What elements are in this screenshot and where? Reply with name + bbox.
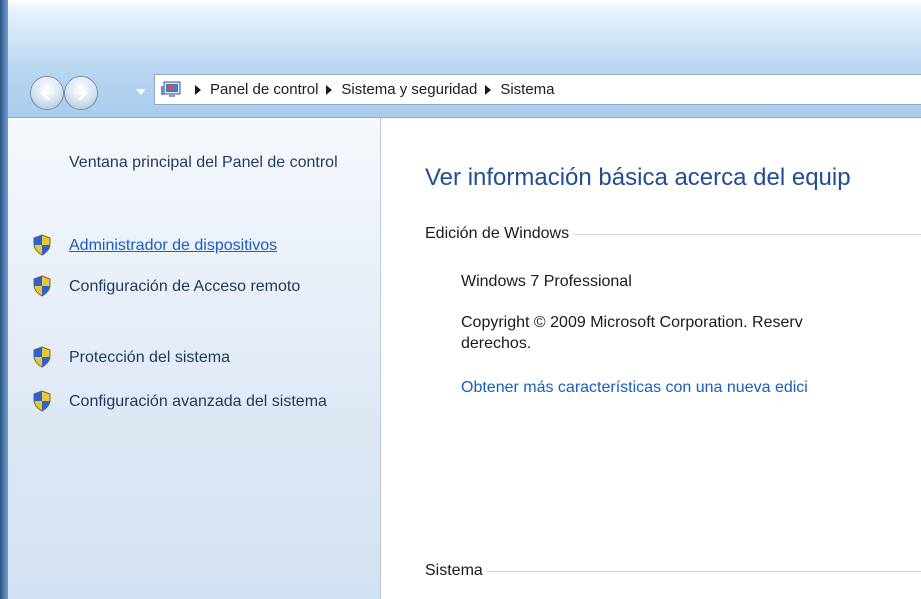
breadcrumb-separator-icon[interactable] bbox=[326, 84, 333, 95]
window-frame-left bbox=[0, 0, 8, 599]
forward-arrow-icon bbox=[73, 85, 88, 101]
breadcrumb-separator-icon[interactable] bbox=[485, 84, 492, 95]
sidebar-item-remote-access[interactable]: Configuración de Acceso remoto bbox=[32, 275, 372, 297]
title-bar: Panel de control Sistema y seguridad Sis… bbox=[8, 0, 921, 117]
back-button[interactable] bbox=[30, 76, 64, 110]
upgrade-edition-link[interactable]: Obtener más características con una nuev… bbox=[461, 377, 808, 398]
recent-pages-dropdown-icon[interactable] bbox=[136, 89, 146, 95]
back-arrow-icon bbox=[40, 85, 55, 101]
sidebar-home-link[interactable]: Ventana principal del Panel de control bbox=[69, 152, 369, 173]
breadcrumb-separator-icon[interactable] bbox=[195, 84, 201, 95]
breadcrumb-sistema-y-seguridad[interactable]: Sistema y seguridad bbox=[341, 81, 477, 98]
uac-shield-icon bbox=[32, 346, 52, 368]
uac-shield-icon bbox=[32, 390, 52, 412]
copyright-text-cont: derechos. bbox=[461, 335, 532, 352]
uac-shield-icon bbox=[32, 234, 52, 256]
section-divider bbox=[573, 233, 921, 235]
navigation-buttons bbox=[30, 76, 150, 110]
address-bar[interactable]: Panel de control Sistema y seguridad Sis… bbox=[154, 74, 921, 105]
main-content: Ver información básica acerca del equip … bbox=[381, 117, 921, 599]
sidebar-item-device-manager[interactable]: Administrador de dispositivos bbox=[32, 234, 372, 256]
uac-shield-icon bbox=[32, 275, 52, 297]
sidebar-item-system-protection[interactable]: Protección del sistema bbox=[32, 346, 372, 368]
forward-button[interactable] bbox=[64, 76, 98, 110]
sidebar-item-label[interactable]: Configuración de Acceso remoto bbox=[69, 276, 329, 297]
system-window: Panel de control Sistema y seguridad Sis… bbox=[0, 0, 921, 599]
section-heading: Sistema bbox=[425, 562, 483, 579]
breadcrumb-sistema[interactable]: Sistema bbox=[500, 81, 554, 98]
section-heading: Edición de Windows bbox=[425, 225, 570, 242]
section-system: Sistema bbox=[425, 562, 921, 580]
windows-edition-name: Windows 7 Professional bbox=[461, 273, 632, 290]
sidebar: Ventana principal del Panel de control A… bbox=[8, 117, 381, 599]
breadcrumb-panel-de-control[interactable]: Panel de control bbox=[210, 81, 318, 98]
sidebar-item-label[interactable]: Administrador de dispositivos bbox=[69, 235, 277, 256]
section-divider bbox=[486, 570, 921, 572]
sidebar-item-label[interactable]: Protección del sistema bbox=[69, 347, 230, 368]
section-windows-edition: Edición de Windows bbox=[425, 225, 921, 243]
sidebar-item-label[interactable]: Configuración avanzada del sistema bbox=[69, 391, 329, 412]
page-title: Ver información básica acerca del equip bbox=[425, 164, 851, 191]
copyright-text: Copyright © 2009 Microsoft Corporation. … bbox=[461, 314, 803, 331]
control-panel-icon bbox=[161, 81, 183, 99]
sidebar-item-advanced-settings[interactable]: Configuración avanzada del sistema bbox=[32, 390, 372, 412]
